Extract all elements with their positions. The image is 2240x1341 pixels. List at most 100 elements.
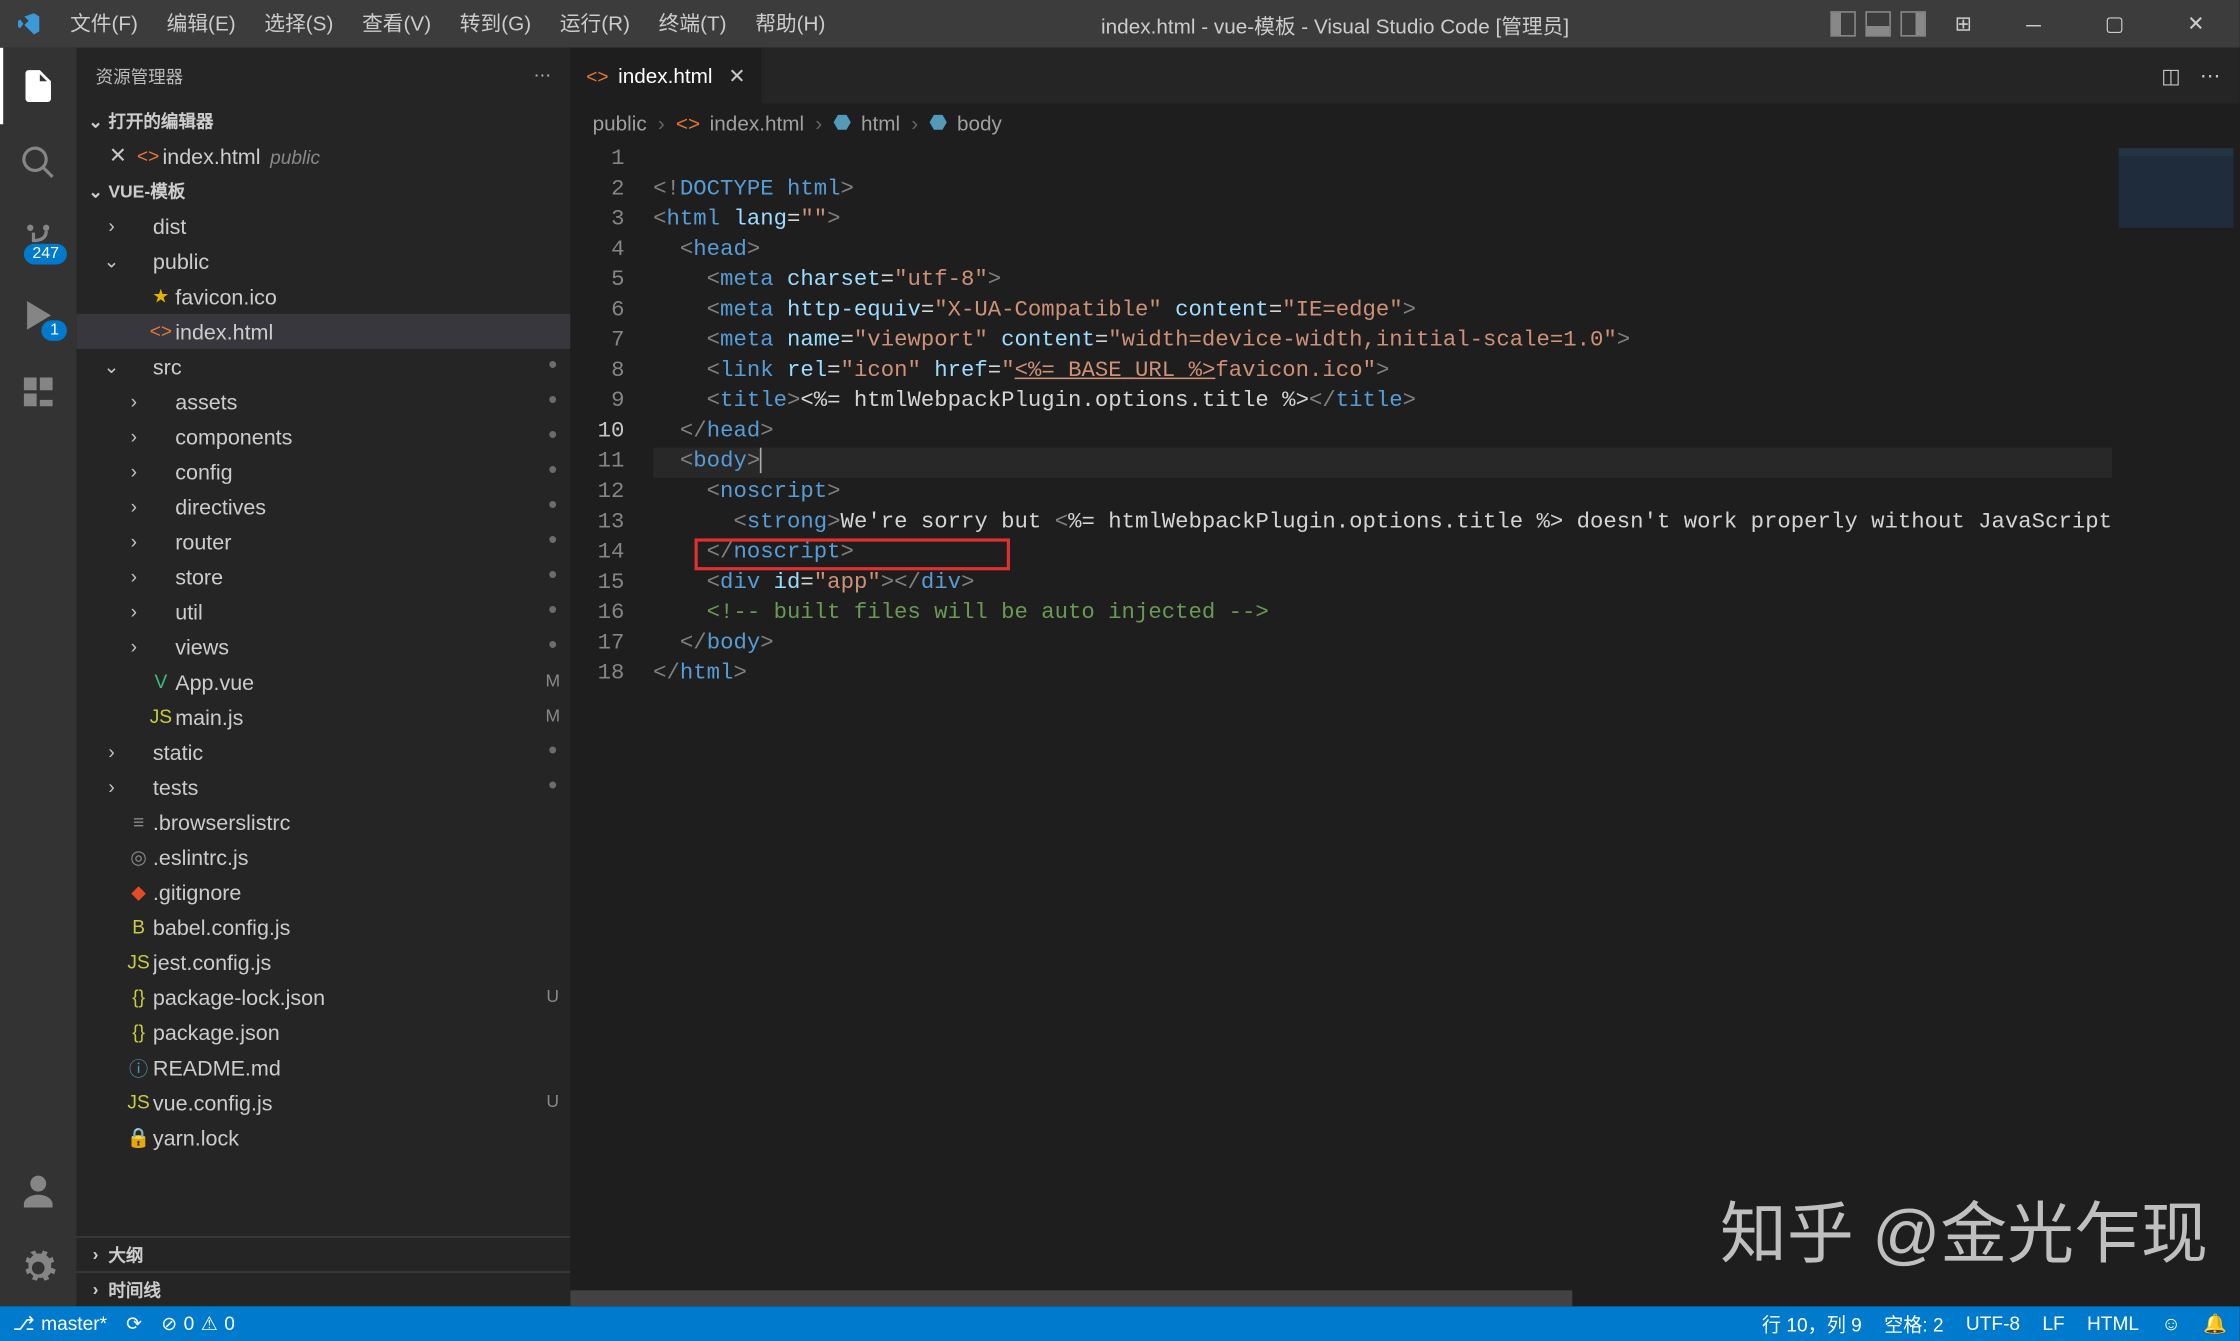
tree-file[interactable]: ⓘREADME.md xyxy=(76,1050,570,1085)
tree-file[interactable]: JSjest.config.js xyxy=(76,945,570,980)
close-icon[interactable]: ✕ xyxy=(728,63,745,88)
menu-run[interactable]: 运行(R) xyxy=(545,0,644,48)
menu-help[interactable]: 帮助(H) xyxy=(741,0,840,48)
activity-extensions[interactable] xyxy=(0,354,76,430)
status-cursor[interactable]: 行 10，列 9 xyxy=(1762,1310,1862,1337)
status-sync[interactable]: ⟳ xyxy=(126,1313,142,1335)
file-icon: ◎ xyxy=(124,846,153,868)
vscode-logo-icon xyxy=(0,11,56,36)
tree-file[interactable]: JSmain.jsM xyxy=(76,699,570,734)
chevron-right-icon[interactable]: › xyxy=(121,566,146,588)
tree-file[interactable]: ◆.gitignore xyxy=(76,875,570,910)
status-language[interactable]: HTML xyxy=(2087,1313,2139,1335)
status-problems[interactable]: ⊘0 ⚠0 xyxy=(161,1313,235,1335)
window-maximize-button[interactable]: ▢ xyxy=(2079,0,2151,48)
chevron-right-icon[interactable]: › xyxy=(121,460,146,482)
toggle-panel-icon[interactable] xyxy=(1866,11,1891,36)
tree-file[interactable]: <>index.html xyxy=(76,314,570,349)
tree-folder[interactable]: ›dist xyxy=(76,209,570,244)
status-notifications-icon[interactable]: 🔔 xyxy=(2203,1313,2227,1335)
activity-explorer[interactable] xyxy=(0,48,76,124)
breadcrumbs[interactable]: public › <> index.html › ⬣ html › ⬣ body xyxy=(570,104,2239,142)
split-editor-icon[interactable]: ◫ xyxy=(2161,63,2181,88)
code-editor[interactable]: <!DOCTYPE html> <html lang=""> <head> <m… xyxy=(653,142,2112,1291)
breadcrumb-item[interactable]: body xyxy=(957,111,1002,135)
file-icon: {} xyxy=(124,1021,153,1043)
chevron-right-icon[interactable]: › xyxy=(121,425,146,447)
tree-folder[interactable]: ›directives• xyxy=(76,489,570,524)
chevron-right-icon: › xyxy=(653,111,669,135)
chevron-right-icon[interactable]: › xyxy=(121,495,146,517)
sidebar-more-icon[interactable]: ⋯ xyxy=(534,65,552,86)
open-editor-item[interactable]: ✕ <> index.htmlpublic xyxy=(76,139,570,174)
tree-folder[interactable]: ›store• xyxy=(76,559,570,594)
tree-folder[interactable]: ⌄src• xyxy=(76,349,570,384)
menu-file[interactable]: 文件(F) xyxy=(56,0,153,48)
chevron-right-icon[interactable]: › xyxy=(121,530,146,552)
status-encoding[interactable]: UTF-8 xyxy=(1966,1313,2020,1335)
chevron-right-icon[interactable]: › xyxy=(121,601,146,623)
tree-file[interactable]: ★favicon.ico xyxy=(76,279,570,314)
editor-tab-index-html[interactable]: <> index.html ✕ xyxy=(570,48,763,104)
minimap[interactable] xyxy=(2112,142,2239,1291)
menu-view[interactable]: 查看(V) xyxy=(348,0,446,48)
menu-selection[interactable]: 选择(S) xyxy=(250,0,348,48)
editor-more-icon[interactable]: ⋯ xyxy=(2200,63,2221,88)
activity-accounts[interactable] xyxy=(0,1153,76,1229)
status-indent[interactable]: 空格: 2 xyxy=(1884,1310,1943,1337)
open-editors-header[interactable]: ⌄ 打开的编辑器 xyxy=(76,104,570,139)
chevron-right-icon[interactable]: › xyxy=(99,215,124,237)
tree-folder[interactable]: ›components• xyxy=(76,419,570,454)
chevron-right-icon[interactable]: › xyxy=(99,776,124,798)
tree-folder[interactable]: ⌄public xyxy=(76,244,570,279)
customize-layout-icon[interactable]: ⊞ xyxy=(1955,11,1972,36)
activity-settings[interactable] xyxy=(0,1230,76,1306)
menu-go[interactable]: 转到(G) xyxy=(445,0,545,48)
toggle-primary-sidebar-icon[interactable] xyxy=(1831,11,1856,36)
status-branch[interactable]: ⎇ master* xyxy=(13,1313,107,1335)
breadcrumb-item[interactable]: index.html xyxy=(710,111,804,135)
window-close-button[interactable]: ✕ xyxy=(2160,0,2232,48)
status-feedback-icon[interactable]: ☺ xyxy=(2161,1313,2181,1335)
chevron-right-icon[interactable]: › xyxy=(121,636,146,658)
toggle-secondary-sidebar-icon[interactable] xyxy=(1901,11,1926,36)
tree-file[interactable]: JSvue.config.jsU xyxy=(76,1085,570,1120)
tree-file[interactable]: Bbabel.config.js xyxy=(76,910,570,945)
tree-file[interactable]: ≡.browserslistrc xyxy=(76,804,570,839)
horizontal-scrollbar[interactable] xyxy=(570,1290,2239,1306)
tree-item-label: tests xyxy=(153,775,535,799)
file-icon: ★ xyxy=(147,285,176,307)
close-icon[interactable]: ✕ xyxy=(102,143,134,168)
scrollbar-thumb[interactable] xyxy=(570,1290,1572,1306)
tree-folder[interactable]: ›assets• xyxy=(76,384,570,419)
tree-folder[interactable]: ›util• xyxy=(76,594,570,629)
menu-terminal[interactable]: 终端(T) xyxy=(644,0,741,48)
line-number-gutter[interactable]: 123456789101112131415161718 xyxy=(570,142,653,1291)
window-minimize-button[interactable]: ─ xyxy=(1998,0,2070,48)
status-eol[interactable]: LF xyxy=(2042,1313,2064,1335)
activity-scm[interactable]: 247 xyxy=(0,201,76,277)
tree-file[interactable]: ◎.eslintrc.js xyxy=(76,840,570,875)
tree-file[interactable]: VApp.vueM xyxy=(76,664,570,699)
activity-debug[interactable]: 1 xyxy=(0,277,76,353)
tree-folder[interactable]: ›router• xyxy=(76,524,570,559)
breadcrumb-item[interactable]: public xyxy=(593,111,647,135)
tree-file[interactable]: {}package.json xyxy=(76,1015,570,1050)
chevron-right-icon[interactable]: › xyxy=(121,390,146,412)
tree-folder[interactable]: ›views• xyxy=(76,629,570,664)
timeline-header[interactable]: › 时间线 xyxy=(76,1271,570,1306)
tree-folder[interactable]: ›static• xyxy=(76,734,570,769)
outline-header[interactable]: › 大纲 xyxy=(76,1236,570,1271)
tree-folder[interactable]: ›tests• xyxy=(76,769,570,804)
tree-folder[interactable]: ›config• xyxy=(76,454,570,489)
breadcrumb-item[interactable]: html xyxy=(861,111,900,135)
tree-file[interactable]: {}package-lock.jsonU xyxy=(76,980,570,1015)
chevron-down-icon[interactable]: ⌄ xyxy=(99,250,124,272)
menu-edit[interactable]: 编辑(E) xyxy=(152,0,250,48)
tree-item-label: router xyxy=(175,530,535,554)
chevron-right-icon[interactable]: › xyxy=(99,741,124,763)
project-header[interactable]: ⌄ VUE-模板 xyxy=(76,174,570,209)
activity-search[interactable] xyxy=(0,124,76,200)
chevron-down-icon[interactable]: ⌄ xyxy=(99,355,124,377)
tree-file[interactable]: 🔒yarn.lock xyxy=(76,1120,570,1155)
